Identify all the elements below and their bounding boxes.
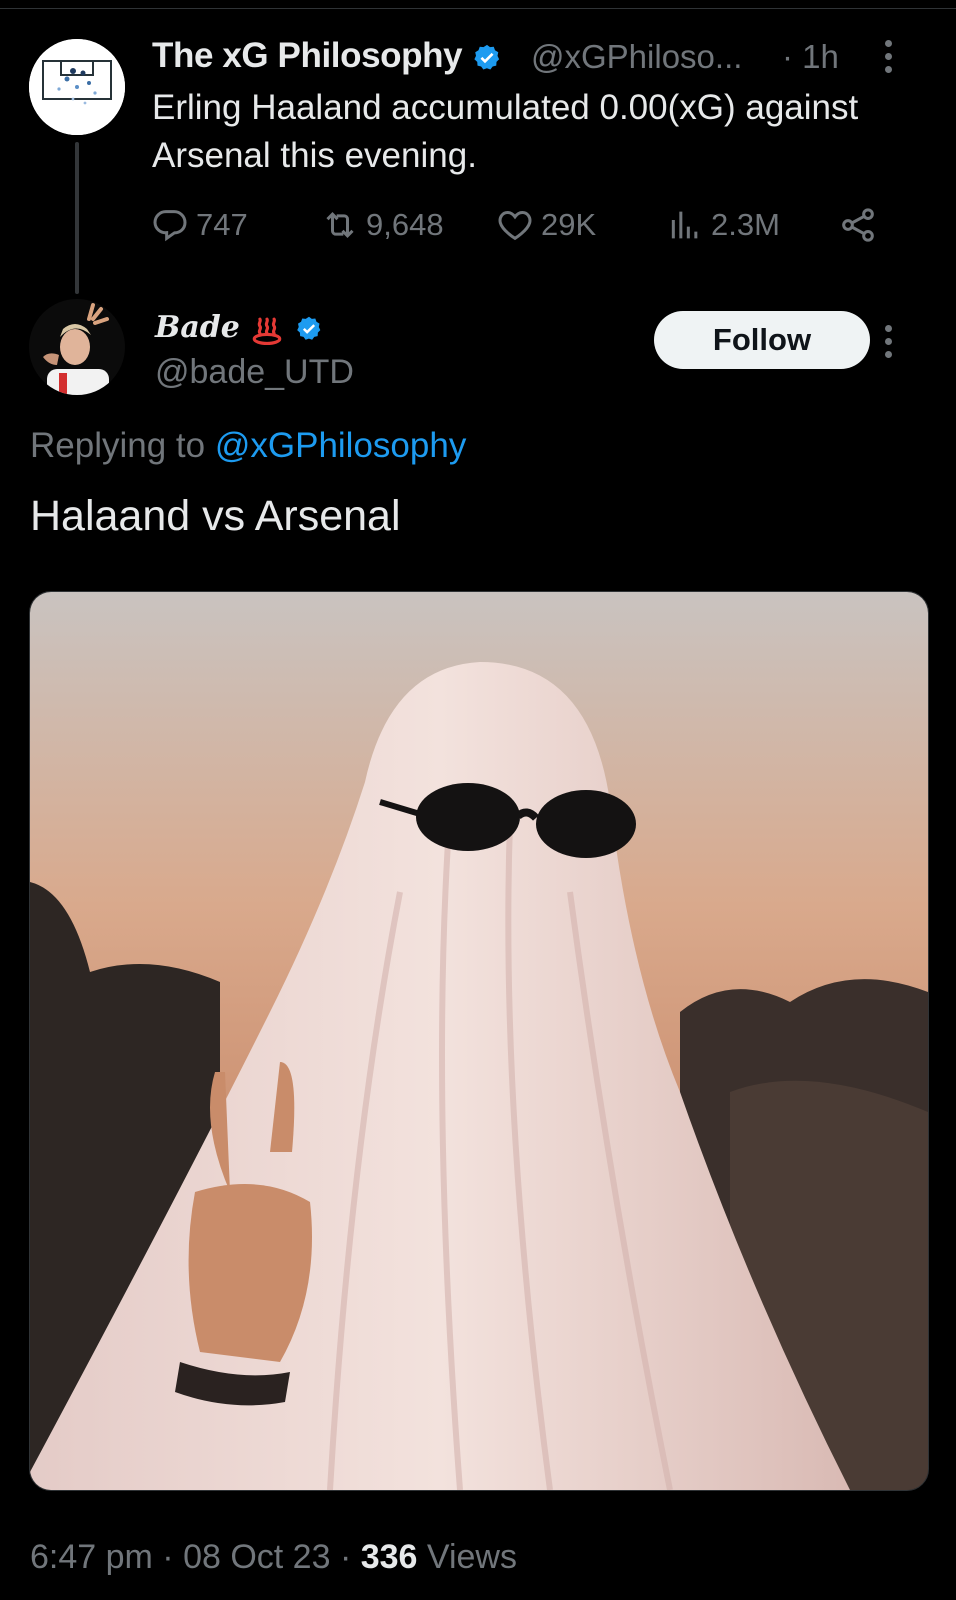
reply-date[interactable]: 08 Oct 23 — [183, 1538, 330, 1576]
views-icon — [671, 211, 698, 239]
xg-philosophy-avatar[interactable] — [29, 39, 125, 135]
reply-text: Halaand vs Arsenal — [30, 492, 401, 540]
repost-button[interactable]: 9,648 — [320, 200, 444, 250]
more-icon[interactable] — [883, 325, 893, 358]
tweet-action-bar: 747 9,648 29K 2.3M — [150, 200, 910, 250]
original-tweet-time[interactable]: · 1h — [782, 38, 839, 76]
hot-springs-emoji-icon — [253, 317, 282, 346]
views-button[interactable]: 2.3M — [665, 200, 780, 250]
share-button[interactable] — [838, 200, 878, 250]
reply-button[interactable]: 747 — [150, 200, 248, 250]
replying-to-line: Replying to @xGPhilosophy — [30, 426, 466, 466]
repost-icon — [326, 212, 354, 238]
more-icon[interactable] — [883, 40, 893, 73]
reply-icon — [153, 210, 187, 242]
verified-badge-icon — [473, 44, 499, 70]
reply-view-count: 336 — [360, 1538, 418, 1576]
replying-to-mention[interactable]: @xGPhilosophy — [215, 426, 466, 465]
like-button[interactable]: 29K — [495, 200, 596, 250]
original-author-handle[interactable]: @xGPhiloso... — [531, 38, 742, 76]
follow-button[interactable]: Follow — [654, 311, 870, 369]
reply-metadata: 6:47 pm · 08 Oct 23 · 336 Views — [30, 1538, 517, 1576]
bade-avatar[interactable] — [29, 299, 125, 395]
reply-time[interactable]: 6:47 pm — [30, 1538, 153, 1576]
repost-count: 9,648 — [366, 207, 444, 242]
original-tweet-text: Erling Haaland accumulated 0.00(xG) agai… — [152, 88, 859, 175]
reply-count: 747 — [196, 207, 248, 242]
thread-connector-line — [75, 142, 79, 294]
views-count: 2.3M — [711, 207, 780, 242]
top-divider — [0, 8, 956, 9]
original-author-name[interactable]: The xG Philosophy — [152, 36, 502, 76]
original-author-name-text[interactable]: The xG Philosophy — [152, 36, 463, 75]
reply-media-image[interactable] — [29, 591, 929, 1491]
like-count: 29K — [541, 207, 597, 242]
reply-author-name[interactable]: Bade — [155, 310, 323, 346]
share-icon — [842, 208, 874, 242]
reply-views-label: Views — [426, 1538, 517, 1576]
reply-author-name-text[interactable]: Bade — [155, 310, 240, 345]
like-icon — [498, 210, 532, 241]
replying-to-prefix: Replying to — [30, 426, 206, 465]
verified-badge-icon — [296, 316, 321, 340]
reply-author-handle[interactable]: @bade_UTD — [155, 353, 354, 392]
